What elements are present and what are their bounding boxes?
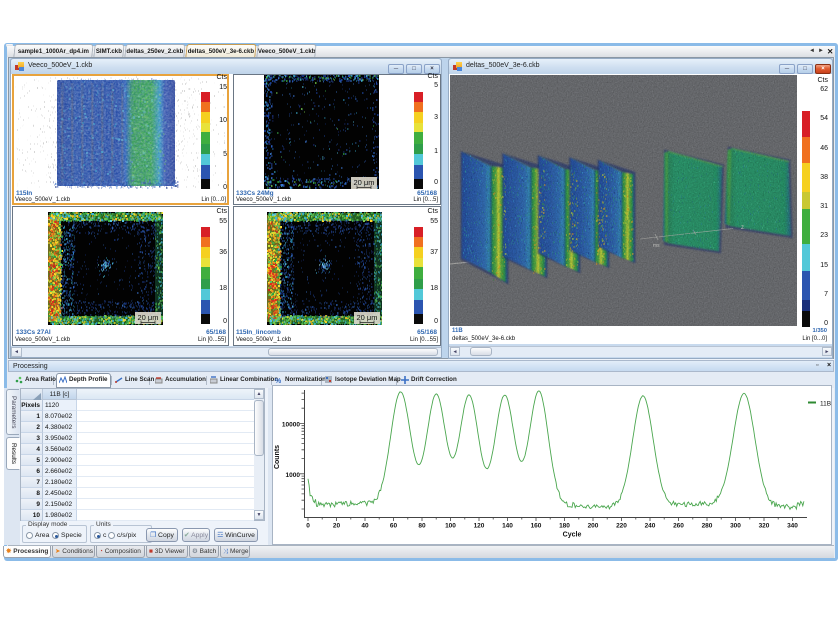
- svg-text:80: 80: [418, 523, 426, 530]
- svg-text:10000: 10000: [282, 422, 300, 429]
- svg-text:11B: 11B: [820, 401, 831, 408]
- svg-text:40: 40: [361, 523, 369, 530]
- svg-text:140: 140: [502, 523, 513, 530]
- svg-text:320: 320: [759, 523, 770, 530]
- svg-text:60: 60: [390, 523, 398, 530]
- svg-text:0: 0: [306, 523, 310, 530]
- svg-text:Counts: Counts: [274, 445, 281, 469]
- svg-text:180: 180: [559, 523, 570, 530]
- svg-text:300: 300: [730, 523, 741, 530]
- svg-text:240: 240: [645, 523, 656, 530]
- svg-text:1000: 1000: [286, 472, 301, 479]
- svg-text:340: 340: [787, 523, 798, 530]
- svg-text:Cycle: Cycle: [563, 532, 582, 539]
- svg-text:200: 200: [588, 523, 599, 530]
- svg-text:20 μm: 20 μm: [138, 313, 159, 322]
- svg-text:%: %: [275, 378, 282, 384]
- svg-text:120: 120: [474, 523, 485, 530]
- svg-text:20 μm: 20 μm: [354, 178, 375, 187]
- svg-text:160: 160: [531, 523, 542, 530]
- svg-text:220: 220: [616, 523, 627, 530]
- svg-text:20: 20: [333, 523, 341, 530]
- svg-text:280: 280: [702, 523, 713, 530]
- svg-text:260: 260: [673, 523, 684, 530]
- svg-text:100: 100: [445, 523, 456, 530]
- svg-text:20 μm: 20 μm: [357, 313, 378, 322]
